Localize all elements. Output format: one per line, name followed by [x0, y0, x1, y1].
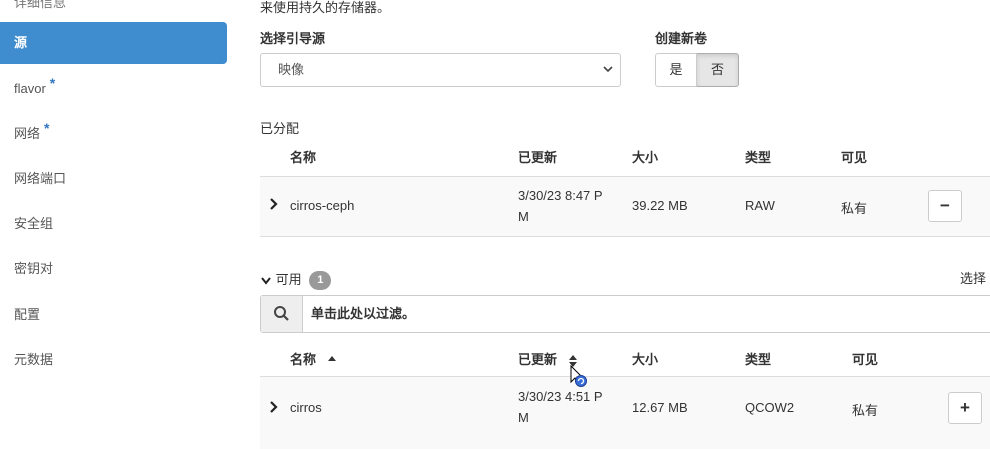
- col-type: 类型: [745, 150, 772, 165]
- remove-button[interactable]: −: [928, 190, 962, 222]
- row-size: 12.67 MB: [632, 400, 688, 415]
- search-icon: [274, 306, 289, 321]
- new-volume-yes-button[interactable]: 是: [655, 53, 697, 87]
- source-panel: 来使用持久的存储器。 选择引导源 映像 创建新卷 是 否 已分配 名称 已更新 …: [260, 0, 990, 449]
- select-hint: 选择: [960, 271, 987, 286]
- row-type: QCOW2: [745, 400, 795, 415]
- row-updated-line: M: [518, 410, 529, 425]
- chevron-down-icon: [261, 276, 271, 285]
- sidebar-item-key-pairs[interactable]: 密钥对: [0, 248, 227, 290]
- row-type: RAW: [745, 198, 775, 213]
- sidebar-item-label: 网络端口: [14, 171, 67, 186]
- row-updated: 3/30/23 4:51 P M: [518, 386, 603, 428]
- row-name: cirros: [290, 400, 322, 415]
- row-updated-line: M: [518, 209, 529, 224]
- row-updated: 3/30/23 8:47 P M: [518, 185, 603, 227]
- sidebar-item-security-groups[interactable]: 安全组: [0, 203, 227, 245]
- row-size: 39.22 MB: [632, 198, 688, 213]
- table-row: cirros 3/30/23 4:51 P M 12.67 MB QCOW2 私…: [260, 376, 990, 449]
- sort-asc-icon: [327, 356, 336, 361]
- boot-source-label: 选择引导源: [260, 31, 326, 46]
- sidebar-item-label: 配置: [14, 307, 41, 322]
- filter-input[interactable]: 单击此处以过滤。: [260, 295, 990, 333]
- chevron-right-icon[interactable]: [269, 197, 279, 214]
- row-visibility: 私有: [852, 403, 879, 418]
- boot-source-value: 映像: [278, 62, 305, 77]
- sidebar-item-label: 网络: [14, 126, 41, 141]
- search-addon: [261, 296, 303, 332]
- row-visibility: 私有: [841, 201, 868, 216]
- col-name-sorted[interactable]: 名称: [290, 349, 338, 368]
- available-title: 可用: [275, 272, 302, 287]
- sidebar-item-label: 安全组: [14, 216, 54, 231]
- available-header[interactable]: 可用 1: [260, 269, 332, 291]
- filter-placeholder: 单击此处以过滤。: [311, 306, 416, 321]
- col-label: 已更新: [518, 352, 558, 367]
- add-button[interactable]: +: [948, 392, 982, 424]
- col-updated: 已更新: [518, 150, 558, 165]
- sidebar-item-flavor[interactable]: flavor *: [0, 67, 227, 109]
- intro-text: 来使用持久的存储器。: [260, 0, 391, 15]
- sidebar-item-label: 源: [14, 35, 28, 50]
- sidebar-item-configuration[interactable]: 配置: [0, 294, 227, 336]
- required-marker: *: [44, 120, 50, 136]
- col-name: 名称: [290, 150, 317, 165]
- sidebar-item-details[interactable]: 详细信息: [0, 0, 227, 10]
- col-visibility: 可见: [852, 352, 879, 367]
- allocated-title: 已分配: [260, 121, 300, 136]
- sidebar-item-networks[interactable]: 网络 *: [0, 112, 227, 154]
- col-size: 大小: [632, 352, 659, 367]
- col-label: 名称: [290, 352, 317, 367]
- sidebar-item-label: 详细信息: [14, 0, 67, 10]
- wizard-sidebar: 详细信息 源 flavor * 网络 * 网络端口 安全组 密钥对 配置 元数据: [0, 0, 228, 448]
- new-volume-label: 创建新卷: [655, 31, 708, 46]
- sidebar-item-network-ports[interactable]: 网络端口: [0, 158, 227, 200]
- required-marker: *: [49, 75, 56, 91]
- sidebar-item-source[interactable]: 源: [0, 22, 227, 64]
- col-size: 大小: [632, 150, 659, 165]
- row-name: cirros-ceph: [290, 198, 355, 213]
- sidebar-item-metadata[interactable]: 元数据: [0, 339, 227, 381]
- new-volume-toggle: 是 否: [655, 53, 739, 87]
- chevron-down-icon: [602, 54, 614, 99]
- sidebar-item-label: 元数据: [14, 352, 54, 367]
- col-visibility: 可见: [841, 150, 868, 165]
- table-row: cirros-ceph 3/30/23 8:47 P M 39.22 MB RA…: [260, 176, 990, 237]
- chevron-right-icon[interactable]: [269, 400, 279, 417]
- mouse-cursor-icon: [570, 364, 587, 387]
- new-volume-no-button[interactable]: 否: [697, 53, 739, 87]
- sidebar-item-label: flavor: [14, 81, 46, 96]
- col-type: 类型: [745, 352, 772, 367]
- row-updated-line: 3/30/23 8:47 P: [518, 188, 603, 203]
- available-count-badge: 1: [309, 271, 332, 291]
- boot-source-select[interactable]: 映像: [260, 53, 621, 87]
- sidebar-item-label: 密钥对: [14, 261, 54, 276]
